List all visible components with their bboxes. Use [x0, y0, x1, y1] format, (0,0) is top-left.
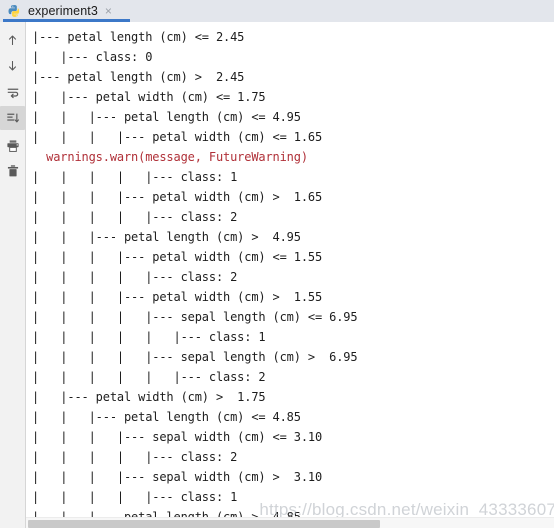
down-arrow-icon [6, 59, 19, 72]
up-arrow-icon [6, 34, 19, 47]
console-tree-line: | | | | |--- class: 2 [32, 270, 238, 284]
console-tree-line: | | | |--- petal width (cm) <= 1.55 [32, 250, 323, 264]
console-tree-line: | |--- class: 0 [32, 50, 153, 64]
tab-label: experiment3 [28, 4, 98, 18]
print-button[interactable] [0, 134, 25, 158]
console-tree-line: | | |--- petal length (cm) > 4.95 [32, 230, 301, 244]
soft-wrap-button[interactable] [0, 81, 25, 105]
console-warning-line: warnings.warn(message, FutureWarning) [32, 150, 308, 164]
tab-close-icon[interactable]: × [104, 5, 112, 17]
console-tree-line: |--- petal length (cm) > 2.45 [32, 70, 245, 84]
console-tree-line: | | | | | |--- class: 1 [32, 330, 266, 344]
console-tree-line: | | | | | |--- class: 2 [32, 370, 266, 384]
scroll-to-end-button[interactable] [0, 106, 25, 130]
console-tree-line: | | |--- petal length (cm) <= 4.95 [32, 110, 301, 124]
console-tree-line: | | | |--- sepal width (cm) > 3.10 [32, 470, 323, 484]
console-tree-line: | | | |--- sepal width (cm) <= 3.10 [32, 430, 323, 444]
console-tree-line: |--- petal length (cm) <= 2.45 [32, 30, 245, 44]
console-tree-line: | | |--- petal length (cm) <= 4.85 [32, 410, 301, 424]
console-text-block: |--- petal length (cm) <= 2.45 | |--- cla… [26, 22, 358, 528]
horizontal-scrollbar[interactable] [26, 517, 554, 528]
console-tree-line: | |--- petal width (cm) > 1.75 [32, 390, 266, 404]
console-tree-line: | | | |--- petal width (cm) > 1.55 [32, 290, 323, 304]
trash-icon [6, 164, 20, 178]
console-tree-line: | | | | |--- class: 1 [32, 170, 238, 184]
soft-wrap-icon [6, 86, 20, 100]
console-tree-line: | | | |--- petal width (cm) <= 1.65 [32, 130, 323, 144]
console-side-toolbar [0, 22, 26, 528]
clear-all-button[interactable] [0, 159, 25, 183]
console-tree-line: | | | | |--- sepal length (cm) > 6.95 [32, 350, 358, 364]
python-file-icon [8, 4, 22, 18]
console-tree-line: | | | | |--- class: 1 [32, 490, 238, 504]
console-tree-line: | | | | |--- class: 2 [32, 450, 238, 464]
tab-experiment3[interactable]: experiment3 × [0, 0, 130, 22]
down-arrow-button[interactable] [0, 53, 25, 77]
run-console-output[interactable]: |--- petal length (cm) <= 2.45 | |--- cla… [26, 22, 554, 528]
console-window: experiment3 × |--- petal length (cm) <= … [0, 0, 554, 528]
console-tree-line: | | | |--- petal width (cm) > 1.65 [32, 190, 323, 204]
print-icon [6, 139, 20, 153]
console-tree-line: | |--- petal width (cm) <= 1.75 [32, 90, 266, 104]
editor-tab-bar: experiment3 × [0, 0, 554, 22]
scroll-to-end-icon [6, 111, 20, 125]
horizontal-scrollbar-thumb[interactable] [28, 520, 380, 528]
console-tree-line: | | | | |--- class: 2 [32, 210, 238, 224]
up-arrow-button[interactable] [0, 28, 25, 52]
console-tree-line: | | | | |--- sepal length (cm) <= 6.95 [32, 310, 358, 324]
